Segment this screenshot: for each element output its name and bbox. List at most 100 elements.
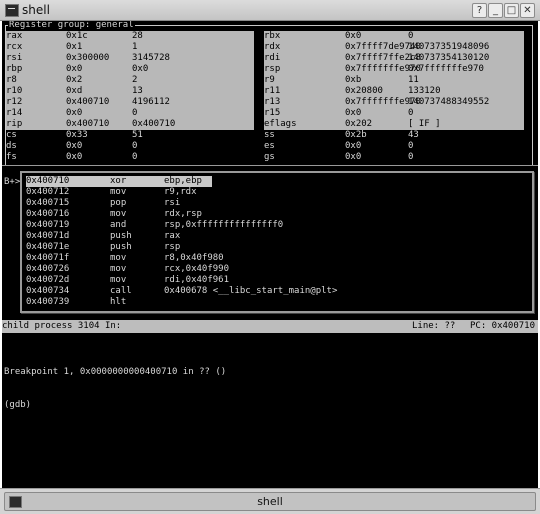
register-rcx: rcx 0x1 1: [6, 42, 254, 53]
register-name: rsi: [6, 53, 23, 63]
asm-operands: rsi: [164, 198, 181, 208]
register-ss: ss 0x2b 43: [264, 130, 524, 141]
taskbar-item-shell[interactable]: shell: [4, 492, 536, 511]
register-value: 0: [408, 141, 414, 151]
register-fs: fs 0x0 0: [6, 152, 254, 163]
window-title: shell: [22, 3, 50, 17]
register-hex-value: 0x202: [345, 119, 373, 129]
register-name: rdi: [264, 53, 281, 63]
register-hex-value: 0x400710: [66, 119, 110, 129]
pc-status: PC: 0x400710: [470, 321, 536, 331]
register-hex-value: 0x0: [345, 141, 362, 151]
asm-operands: rsp,0xfffffffffffffff0: [164, 220, 284, 230]
register-r8: r8 0x2 2: [6, 75, 254, 86]
asm-mnemonic: xor: [110, 176, 127, 186]
asm-mnemonic: mov: [110, 187, 127, 197]
asm-address: 0x40071d: [26, 231, 70, 241]
close-button[interactable]: ✕: [520, 3, 535, 18]
register-name: rcx: [6, 42, 23, 52]
breakpoint-marker: B+>: [4, 177, 21, 187]
register-rax: rax 0x1c 28: [6, 31, 254, 42]
register-value: 140737354130120: [408, 53, 490, 63]
asm-line: 0x40071d push rax: [26, 231, 512, 242]
tui-status-bar: child process 3104 In: Line: ?? PC: 0x40…: [2, 320, 538, 333]
asm-operands: r8,0x40f980: [164, 253, 224, 263]
register-r15: r15 0x0 0: [264, 108, 524, 119]
asm-mnemonic: hlt: [110, 297, 127, 307]
register-hex-value: 0x20800: [345, 86, 383, 96]
register-name: es: [264, 141, 275, 151]
asm-operands: rdi,0x40f961: [164, 275, 230, 285]
asm-line: 0x40072d mov rdi,0x40f961: [26, 275, 512, 286]
asm-line: 0x400726 mov rcx,0x40f990: [26, 264, 512, 275]
register-value: [ IF ]: [408, 119, 441, 129]
register-hex-value: 0x0: [66, 141, 83, 151]
asm-address: 0x40071f: [26, 253, 70, 263]
asm-line: 0x40071f mov r8,0x40f980: [26, 253, 512, 264]
register-name: cs: [6, 130, 17, 140]
register-name: fs: [6, 152, 17, 162]
asm-line: 0x400716 mov rdx,rsp: [26, 209, 512, 220]
asm-address: 0x400739: [26, 297, 70, 307]
register-rsp: rsp 0x7fffffffe970 0x7fffffffe970: [264, 64, 524, 75]
register-value: 0x7fffffffe970: [408, 64, 484, 74]
asm-mnemonic: mov: [110, 209, 127, 219]
asm-mnemonic: mov: [110, 264, 127, 274]
terminal-area[interactable]: Register group: general rax 0x1c 28 rbx 0x0 0…: [2, 21, 538, 488]
process-status: child process 3104 In:: [2, 321, 122, 331]
register-name: r9: [264, 75, 275, 85]
register-hex-value: 0xd: [66, 86, 83, 96]
register-hex-value: 0x0: [66, 64, 83, 74]
register-cs: cs 0x33 51: [6, 130, 254, 141]
window-titlebar[interactable]: shell ? _ □ ✕: [0, 0, 540, 21]
register-value: 0: [132, 152, 138, 162]
maximize-button[interactable]: □: [504, 3, 519, 18]
register-gs: gs 0x0 0: [264, 152, 524, 163]
asm-operands: r9,rdx: [164, 187, 197, 197]
current-instruction: 0x400710 xor ebp,ebp: [26, 176, 212, 187]
register-name: r11: [264, 86, 281, 96]
terminal-icon[interactable]: [5, 4, 19, 17]
console-line: Breakpoint 1, 0x0000000000400710 in ?? (…: [4, 367, 227, 377]
register-eflags: eflags 0x202 [ IF ]: [264, 119, 524, 130]
asm-address: 0x400734: [26, 286, 70, 296]
asm-address: 0x40071e: [26, 242, 70, 252]
asm-operands: rsp: [164, 242, 181, 252]
register-hex-value: 0x400710: [66, 97, 110, 107]
register-hex-value: 0x300000: [66, 53, 110, 63]
register-group-label: Register group: general: [8, 21, 135, 30]
register-name: rbx: [264, 31, 281, 41]
register-hex-value: 0x0: [345, 108, 362, 118]
gdb-console[interactable]: Breakpoint 1, 0x0000000000400710 in ?? (…: [4, 345, 226, 433]
minimize-button[interactable]: _: [488, 3, 503, 18]
register-value: 28: [132, 31, 143, 41]
register-name: gs: [264, 152, 275, 162]
asm-line: 0x400712 mov r9,rdx: [26, 187, 512, 198]
register-value: 11: [408, 75, 419, 85]
register-panel: Register group: general rax 0x1c 28 rbx 0x0 0…: [2, 21, 538, 166]
asm-operands: rax: [164, 231, 181, 241]
help-button[interactable]: ?: [472, 3, 487, 18]
register-hex-value: 0xb: [345, 75, 362, 85]
asm-mnemonic: push: [110, 242, 132, 252]
register-value: 0x400710: [132, 119, 176, 129]
asm-line: 0x400734 call 0x400678 <__libc_start_main@…: [26, 286, 512, 297]
register-name: ds: [6, 141, 17, 151]
register-value: 13: [132, 86, 143, 96]
register-value: 0: [132, 108, 138, 118]
register-name: rax: [6, 31, 23, 41]
register-r11: r11 0x20800 133120: [264, 86, 524, 97]
register-hex-value: 0x2: [66, 75, 83, 85]
asm-mnemonic: pop: [110, 198, 127, 208]
taskbar-item-label: shell: [257, 495, 283, 508]
register-r13: r13 0x7fffffffe970 140737488349552: [264, 97, 524, 108]
gdb-prompt[interactable]: (gdb): [4, 400, 226, 411]
register-es: es 0x0 0: [264, 141, 524, 152]
register-value: 4196112: [132, 97, 170, 107]
register-rbx: rbx 0x0 0: [264, 31, 524, 42]
register-value: 2: [132, 75, 138, 85]
asm-mnemonic: call: [110, 286, 132, 296]
register-hex-value: 0x2b: [345, 130, 367, 140]
register-value: 43: [408, 130, 419, 140]
register-hex-value: 0x0: [66, 152, 83, 162]
